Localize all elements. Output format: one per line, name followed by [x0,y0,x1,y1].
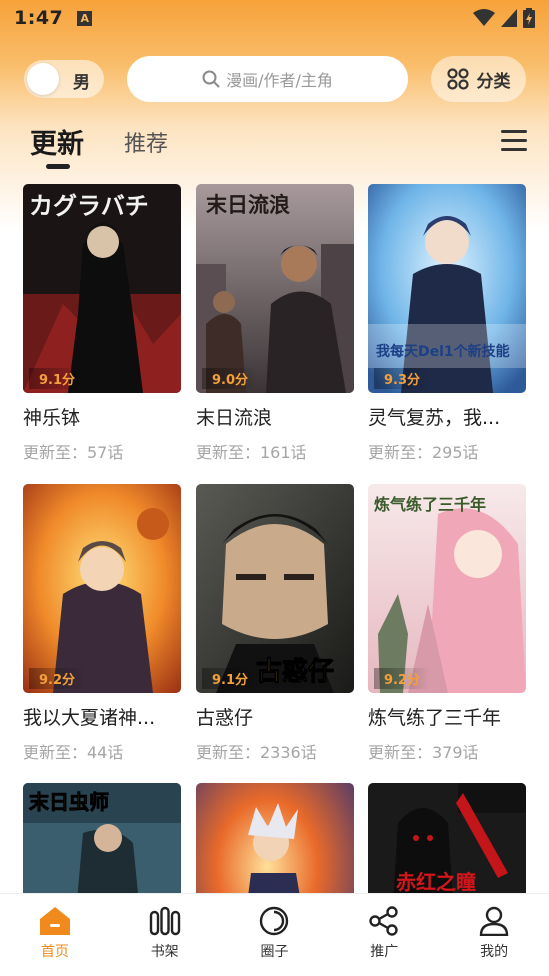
top-bar: 男 漫画/作者/主角 分类 [0,56,549,102]
comic-update: 更新至：44话 [23,743,124,762]
battery-icon [523,8,535,28]
comic-cover[interactable]: 末日流浪 9.0分 [196,184,354,393]
tab-recommend[interactable]: 推荐 [124,126,168,158]
circle-icon [260,906,289,936]
nav-circle[interactable]: 圈子 [220,894,330,976]
comic-cover[interactable]: 炼气练了三千年 9.2分 [368,484,526,693]
bottom-navigation: 首页 书架 圈子 推广 我的 [0,893,549,976]
comic-title: 炼气练了三千年 [368,707,502,729]
cover-title: 赤红之瞳 [396,870,476,894]
nav-mine-label: 我的 [480,944,509,960]
score-badge: 9.2分 [29,668,86,689]
comic-card[interactable]: 炼气练了三千年 9.2分 炼气练了三千年 更新至：379话 [368,484,526,763]
bookshelf-icon [149,906,180,936]
category-button[interactable]: 分类 [431,56,526,102]
nav-promote-label: 推广 [370,944,399,960]
toggle-knob [27,63,59,95]
notification-icon: A [77,10,93,26]
comic-title: 神乐钵 [23,407,81,429]
comic-update: 更新至：2336话 [196,743,317,762]
status-bar: 1:47 A [0,0,549,36]
nav-mine[interactable]: 我的 [439,894,549,976]
menu-icon[interactable] [501,130,527,152]
comic-card[interactable]: 9.2分 我以大夏诸神... 更新至：44话 [23,484,181,763]
cover-title: 我每天Del1个新技能 [376,343,510,360]
comic-card[interactable]: 末日流浪 9.0分 末日流浪 更新至：161话 [196,184,354,463]
comic-update: 更新至：295话 [368,443,479,462]
comic-card[interactable]: 我每天Del1个新技能 9.3分 灵气复苏，我... 更新至：295话 [368,184,526,463]
comic-title: 我以大夏诸神... [23,707,156,729]
comic-title: 灵气复苏，我... [368,407,501,429]
comic-card[interactable]: カグラバチ 9.1分 神乐钵 更新至：57话 [23,184,181,463]
cover-title: カグラバチ [29,192,149,220]
cover-title: 末日虫师 [29,790,109,814]
status-icons [473,8,535,28]
cover-title: 末日流浪 [206,192,290,217]
score-badge: 9.1分 [202,668,259,689]
share-icon [369,906,398,936]
comic-update: 更新至：57话 [23,443,124,462]
nav-circle-label: 圈子 [260,944,289,960]
score-badge: 9.2分 [374,668,431,689]
comic-cover[interactable]: カグラバチ 9.1分 [23,184,181,393]
nav-promote[interactable]: 推广 [329,894,439,976]
gender-label: 男 [73,73,90,93]
comic-cover[interactable]: 我每天Del1个新技能 9.3分 [368,184,526,393]
status-time: 1:47 [14,7,64,29]
score-badge: 9.0分 [202,368,259,389]
search-placeholder: 漫画/作者/主角 [226,71,333,90]
nav-home-label: 首页 [40,944,69,960]
user-icon [479,906,509,936]
gender-toggle[interactable]: 男 [24,60,104,98]
signal-icon [501,9,517,27]
comic-cover[interactable]: 9.2分 [23,484,181,693]
active-tab-indicator [46,164,70,169]
comic-cover[interactable]: 古惑仔 9.1分 [196,484,354,693]
score-badge: 9.3分 [374,368,431,389]
grid-icon [446,68,469,90]
search-input[interactable]: 漫画/作者/主角 [127,56,408,102]
search-icon [202,70,220,88]
comic-update: 更新至：161话 [196,443,307,462]
tab-update[interactable]: 更新 [30,122,84,161]
wifi-icon [473,9,495,26]
score-badge: 9.1分 [29,368,86,389]
category-label: 分类 [476,71,511,92]
comic-update: 更新至：379话 [368,743,479,762]
home-icon [39,907,70,935]
cover-title: 炼气练了三千年 [374,495,486,514]
comic-title: 末日流浪 [196,407,273,429]
comic-title: 古惑仔 [196,707,254,729]
nav-home[interactable]: 首页 [0,894,110,976]
cover-title: 古惑仔 [256,656,334,687]
comic-card[interactable]: 古惑仔 9.1分 古惑仔 更新至：2336话 [196,484,354,763]
nav-shelf[interactable]: 书架 [110,894,220,976]
nav-shelf-label: 书架 [150,944,179,960]
tab-bar: 更新 推荐 [0,118,549,174]
